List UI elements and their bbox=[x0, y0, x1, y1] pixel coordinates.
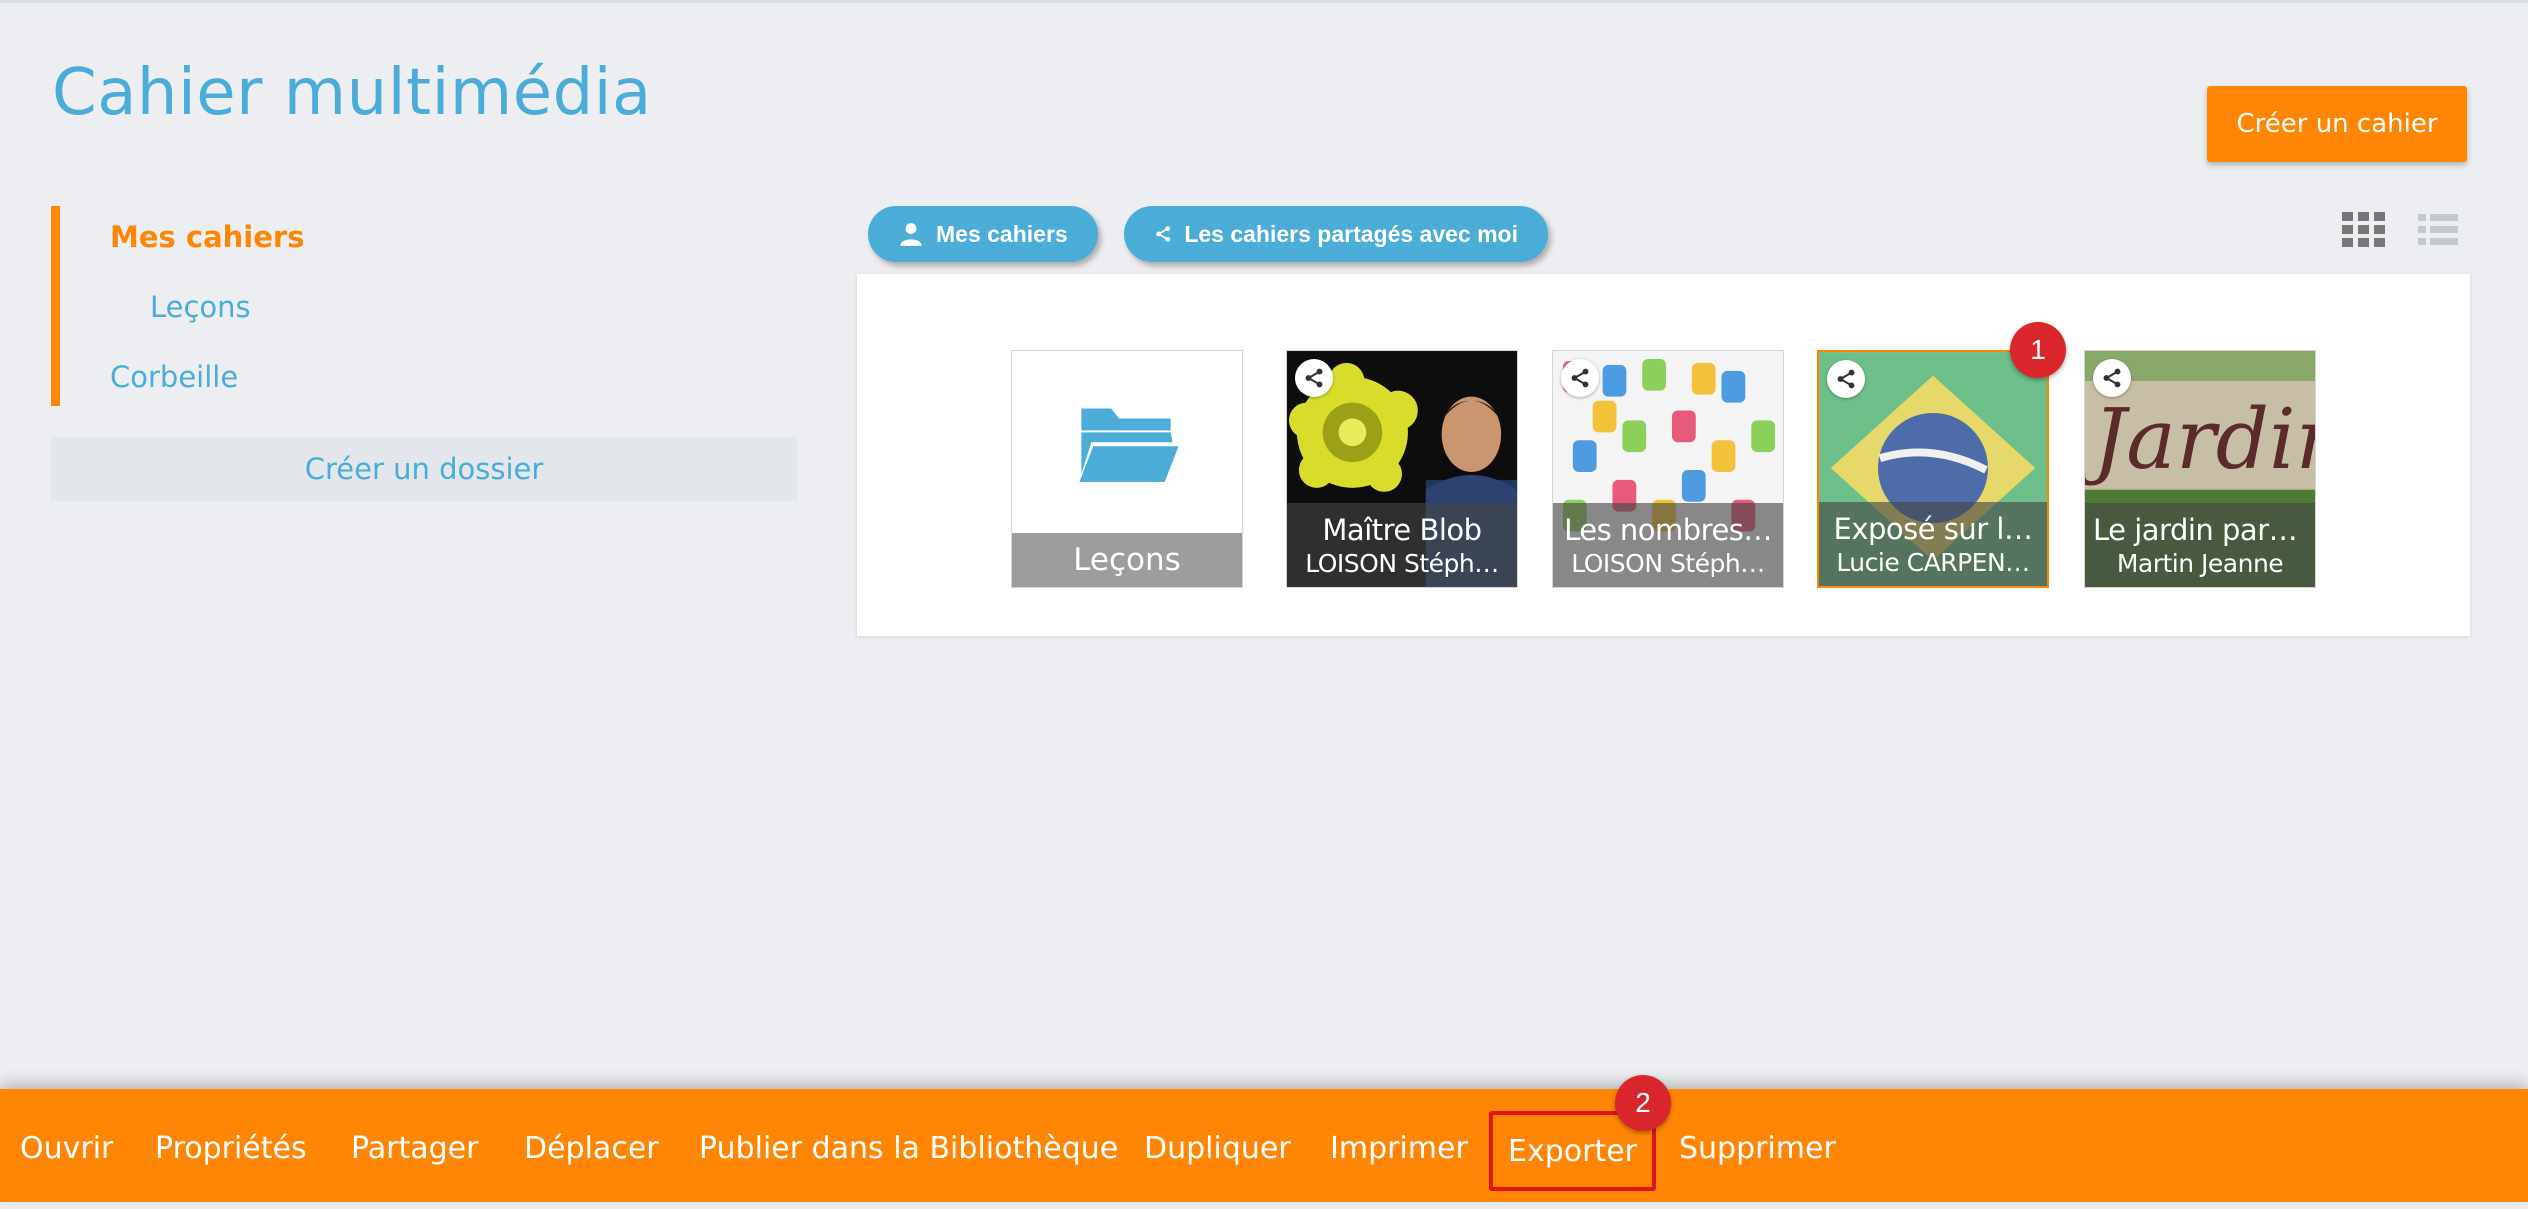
action-publish-library[interactable]: Publier dans la Bibliothèque bbox=[699, 1089, 1118, 1202]
share-icon bbox=[1571, 368, 1589, 388]
notebook-owner: Martin Jeanne bbox=[2116, 549, 2284, 578]
notebook-card-expose[interactable]: Exposé sur l… Lucie CARPEN… bbox=[1817, 350, 2049, 588]
sidebar-item-mes-cahiers[interactable]: Mes cahiers bbox=[110, 220, 304, 254]
step-badge-1: 1 bbox=[2010, 322, 2066, 378]
shared-badge bbox=[2093, 359, 2131, 397]
card-caption: Maître Blob LOISON Stéph… bbox=[1287, 503, 1517, 587]
card-caption: Le jardin part… Martin Jeanne bbox=[2085, 503, 2315, 587]
card-caption: Exposé sur l… Lucie CARPEN… bbox=[1819, 502, 2047, 586]
share-icon bbox=[1305, 368, 1323, 388]
garden-sign-text: Jardin bbox=[2085, 391, 2315, 488]
filter-label: Les cahiers partagés avec moi bbox=[1184, 220, 1518, 247]
folder-card-lecons[interactable]: Leçons bbox=[1011, 350, 1243, 588]
action-properties[interactable]: Propriétés bbox=[155, 1089, 307, 1202]
sidebar-item-lecons[interactable]: Leçons bbox=[150, 290, 251, 324]
user-icon bbox=[900, 223, 922, 246]
create-notebook-button[interactable]: Créer un cahier bbox=[2207, 86, 2467, 162]
shared-badge bbox=[1561, 359, 1599, 397]
folder-title: Leçons bbox=[1012, 533, 1242, 587]
filter-shared-with-me[interactable]: Les cahiers partagés avec moi bbox=[1124, 206, 1548, 262]
notebook-card-le-jardin[interactable]: Jardin Le jardin part… Martin Jeanne bbox=[2084, 350, 2316, 588]
share-icon bbox=[1837, 369, 1855, 389]
action-open[interactable]: Ouvrir bbox=[20, 1089, 113, 1202]
sidebar-nav: Mes cahiers Leçons Corbeille bbox=[51, 206, 780, 406]
top-edge bbox=[0, 0, 2528, 3]
action-duplicate[interactable]: Dupliquer bbox=[1144, 1089, 1291, 1202]
sidebar-item-corbeille[interactable]: Corbeille bbox=[110, 360, 238, 394]
action-bar: Ouvrir Propriétés Partager Déplacer Publ… bbox=[0, 1089, 2528, 1202]
share-icon bbox=[2103, 368, 2121, 388]
share-icon bbox=[1156, 226, 1171, 242]
action-share[interactable]: Partager bbox=[351, 1089, 478, 1202]
notebook-owner: LOISON Stéph… bbox=[1571, 549, 1765, 578]
action-print[interactable]: Imprimer bbox=[1330, 1089, 1468, 1202]
notebook-card-maitre-blob[interactable]: Maître Blob LOISON Stéph… bbox=[1286, 350, 1518, 588]
step-badge-2: 2 bbox=[1615, 1075, 1671, 1131]
page-title: Cahier multimédia bbox=[52, 56, 652, 130]
list-view-icon[interactable] bbox=[2418, 212, 2458, 248]
filter-my-notebooks[interactable]: Mes cahiers bbox=[868, 206, 1098, 262]
card-caption: Les nombres… LOISON Stéph… bbox=[1553, 503, 1783, 587]
filter-label: Mes cahiers bbox=[936, 220, 1068, 247]
notebook-card-les-nombres[interactable]: Les nombres… LOISON Stéph… bbox=[1552, 350, 1784, 588]
notebook-title: Le jardin part… bbox=[2093, 513, 2308, 547]
create-folder-button[interactable]: Créer un dossier bbox=[51, 437, 797, 501]
shared-badge bbox=[1827, 360, 1865, 398]
grid-view-icon[interactable] bbox=[2342, 212, 2386, 248]
notebook-owner: LOISON Stéph… bbox=[1305, 549, 1499, 578]
action-move[interactable]: Déplacer bbox=[524, 1089, 659, 1202]
notebook-title: Les nombres… bbox=[1564, 513, 1772, 547]
notebook-title: Exposé sur l… bbox=[1833, 512, 2034, 546]
notebook-title: Maître Blob bbox=[1322, 513, 1482, 547]
shared-badge bbox=[1295, 359, 1333, 397]
notebook-owner: Lucie CARPEN… bbox=[1836, 548, 2030, 577]
action-delete[interactable]: Supprimer bbox=[1679, 1089, 1836, 1202]
